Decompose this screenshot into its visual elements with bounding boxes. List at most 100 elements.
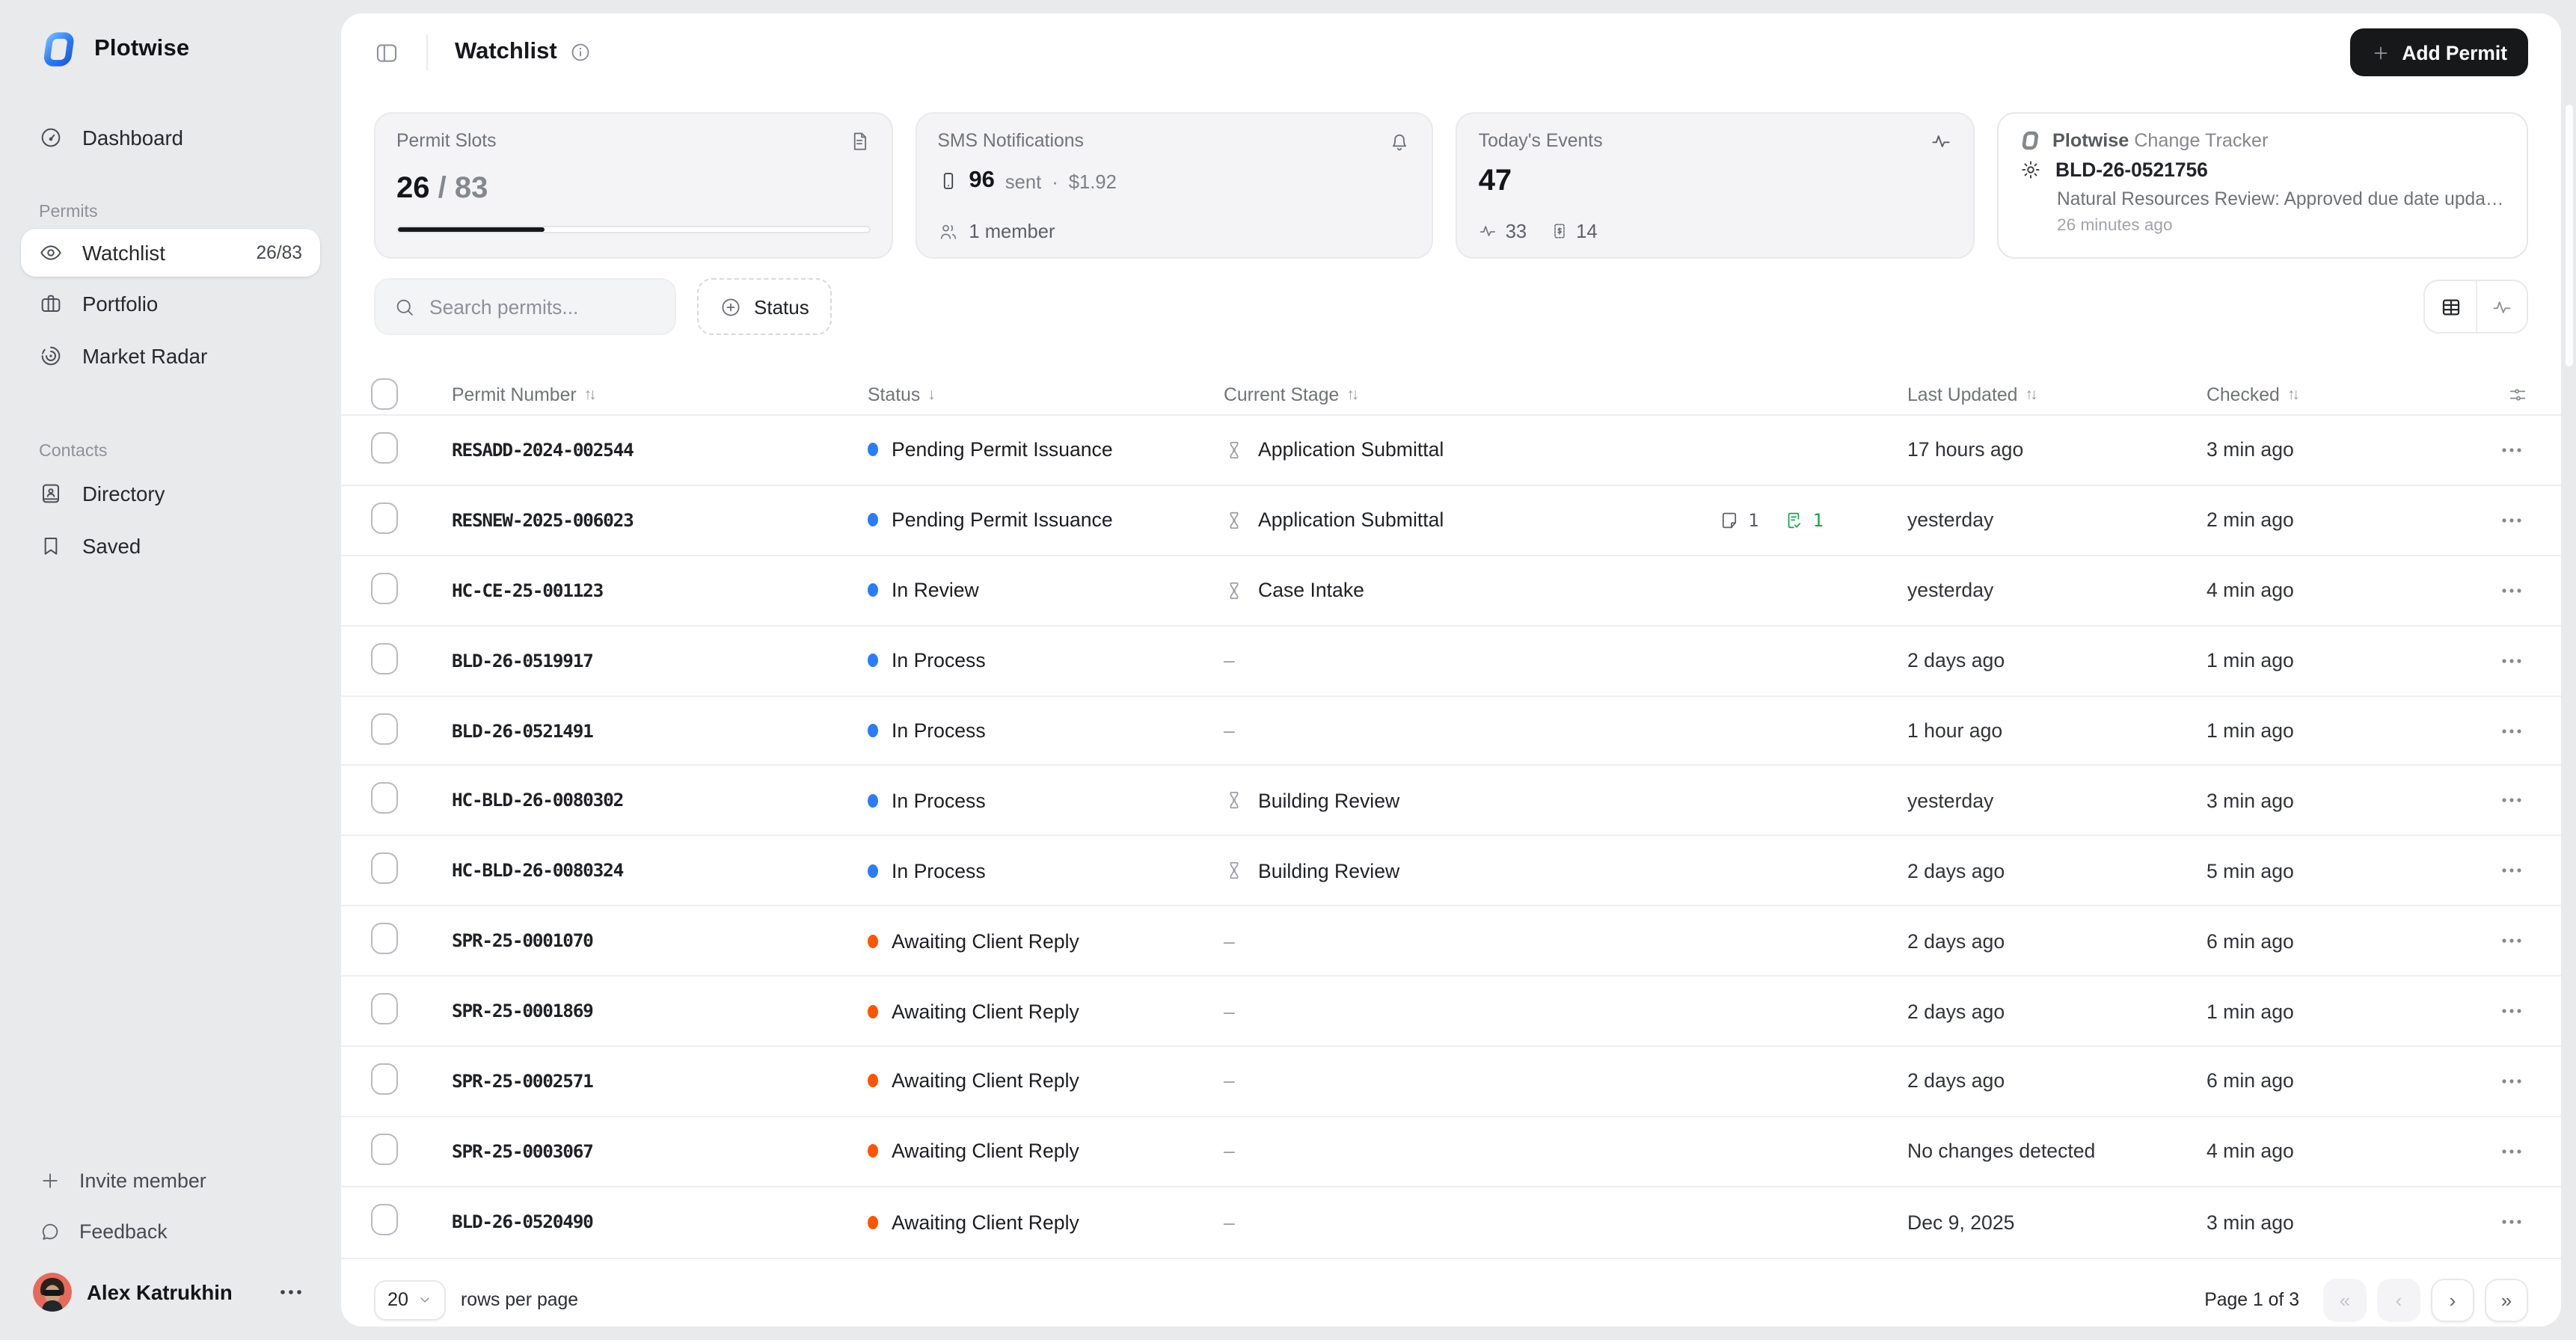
row-checkbox[interactable] bbox=[371, 572, 398, 604]
row-checkbox[interactable] bbox=[371, 431, 398, 464]
next-page-button[interactable]: › bbox=[2431, 1278, 2474, 1322]
circle-plus-icon bbox=[720, 295, 742, 318]
invite-member-button[interactable]: Invite member bbox=[21, 1155, 320, 1205]
table-row[interactable]: SPR-25-0001869 Awaiting Client Reply – 2 da… bbox=[341, 977, 2561, 1048]
user-account[interactable]: Alex Katrukhin bbox=[21, 1262, 320, 1322]
search-input[interactable] bbox=[429, 295, 639, 318]
table-row[interactable]: RESNEW-2025-006023 Pending Permit Issuanc… bbox=[341, 486, 2561, 556]
row-menu-button[interactable] bbox=[2495, 792, 2528, 810]
row-menu-button[interactable] bbox=[2495, 1213, 2528, 1231]
row-checkbox[interactable] bbox=[371, 852, 398, 885]
change-tracker-card[interactable]: Plotwise Change Tracker BLD-26-0521756 N… bbox=[1997, 112, 2529, 259]
sidebar-item-saved[interactable]: Saved bbox=[21, 520, 320, 571]
row-menu-button[interactable] bbox=[2495, 511, 2528, 529]
table-view-button[interactable] bbox=[2425, 281, 2476, 332]
row-menu-button[interactable] bbox=[2495, 722, 2528, 740]
row-menu-button[interactable] bbox=[2495, 581, 2528, 599]
status-filter-button[interactable]: Status bbox=[697, 278, 832, 335]
user-menu-button[interactable] bbox=[268, 1283, 314, 1301]
column-header-last-updated[interactable]: Last Updated ↑↓ bbox=[1907, 384, 2207, 405]
last-updated-cell: 2 days ago bbox=[1907, 859, 2005, 882]
feedback-button[interactable]: Feedback bbox=[21, 1205, 320, 1256]
card-title: SMS Notifications bbox=[937, 130, 1084, 151]
table-row[interactable]: HC-BLD-26-0080324 In Process Building Revi… bbox=[341, 837, 2561, 907]
table-row[interactable]: HC-BLD-26-0080302 In Process Building Revi… bbox=[341, 766, 2561, 837]
status-label: In Process bbox=[892, 859, 986, 882]
row-menu-button[interactable] bbox=[2495, 441, 2528, 459]
user-name: Alex Katrukhin bbox=[87, 1281, 233, 1303]
row-checkbox[interactable] bbox=[371, 502, 398, 534]
first-page-button[interactable]: « bbox=[2323, 1278, 2367, 1322]
search-box[interactable] bbox=[374, 278, 676, 335]
sidebar-item-label: Portfolio bbox=[82, 292, 159, 315]
scrollbar-thumb[interactable] bbox=[2566, 105, 2573, 366]
table-row[interactable]: SPR-25-0003067 Awaiting Client Reply – No c… bbox=[341, 1117, 2561, 1187]
stage-empty: – bbox=[1224, 1211, 1235, 1234]
last-updated-cell: yesterday bbox=[1907, 508, 1994, 532]
add-permit-button[interactable]: Add Permit bbox=[2349, 28, 2528, 76]
sidebar-item-watchlist[interactable]: Watchlist 26/83 bbox=[21, 229, 320, 277]
sidebar-item-label: Market Radar bbox=[82, 345, 208, 367]
sidebar-toggle-icon[interactable] bbox=[374, 40, 399, 65]
table-row[interactable]: RESADD-2024-002544 Pending Permit Issuanc… bbox=[341, 416, 2561, 486]
notes-badge[interactable]: 1 bbox=[1718, 510, 1759, 531]
last-updated-cell: 2 days ago bbox=[1907, 1000, 2005, 1023]
stage-empty: – bbox=[1224, 1069, 1235, 1092]
page-info: Page 1 of 3 bbox=[2204, 1289, 2299, 1311]
last-updated-cell: No changes detected bbox=[1907, 1140, 2096, 1163]
sidebar-item-market-radar[interactable]: Market Radar bbox=[21, 331, 320, 381]
table-row[interactable]: SPR-25-0001070 Awaiting Client Reply – 2 da… bbox=[341, 906, 2561, 977]
row-checkbox[interactable] bbox=[371, 642, 398, 674]
table-row[interactable]: SPR-25-0002571 Awaiting Client Reply – 2 da… bbox=[341, 1047, 2561, 1117]
table-row[interactable]: BLD-26-0520490 Awaiting Client Reply – Dec … bbox=[341, 1187, 2561, 1258]
table-row[interactable]: BLD-26-0519917 In Process – 2 days ago 1 min… bbox=[341, 626, 2561, 697]
sidebar-item-portfolio[interactable]: Portfolio bbox=[21, 278, 320, 329]
checked-cell: 5 min ago bbox=[2207, 859, 2294, 882]
row-checkbox[interactable] bbox=[371, 1063, 398, 1095]
todays-events-card: Today's Events 47 33 14 bbox=[1456, 112, 1975, 259]
row-menu-button[interactable] bbox=[2495, 932, 2528, 950]
events-invoice-count: 14 bbox=[1576, 220, 1598, 242]
events-count: 47 bbox=[1478, 165, 1512, 197]
previous-page-button[interactable]: ‹ bbox=[2377, 1278, 2420, 1322]
column-header-current-stage[interactable]: Current Stage ↑↓ bbox=[1224, 384, 1907, 405]
rows-per-page-select[interactable]: 20 bbox=[374, 1279, 447, 1321]
smartphone-icon bbox=[937, 170, 958, 191]
avatar bbox=[33, 1273, 72, 1312]
activity-view-button[interactable] bbox=[2476, 281, 2527, 332]
row-menu-button[interactable] bbox=[2495, 1002, 2528, 1020]
row-checkbox[interactable] bbox=[371, 782, 398, 814]
row-menu-button[interactable] bbox=[2495, 1072, 2528, 1090]
events-activity-count: 33 bbox=[1505, 220, 1527, 242]
last-page-button[interactable]: » bbox=[2485, 1278, 2528, 1322]
row-checkbox[interactable] bbox=[371, 1204, 398, 1236]
table-row[interactable]: HC-CE-25-001123 In Review Case Intake yeste… bbox=[341, 556, 2561, 627]
info-icon[interactable] bbox=[571, 42, 592, 63]
sidebar-item-directory[interactable]: Directory bbox=[21, 468, 320, 519]
rows-per-page-label: rows per page bbox=[461, 1289, 579, 1311]
brand-name: Plotwise bbox=[94, 36, 190, 61]
sms-members: 1 member bbox=[969, 220, 1055, 242]
status-label: Pending Permit Issuance bbox=[892, 438, 1113, 461]
approved-badge[interactable]: 1 bbox=[1783, 510, 1824, 531]
select-all-checkbox[interactable] bbox=[371, 378, 398, 410]
status-dot bbox=[868, 443, 878, 457]
last-updated-cell: 2 days ago bbox=[1907, 1069, 2005, 1092]
column-header-checked[interactable]: Checked ↑↓ bbox=[2207, 384, 2480, 405]
activity-icon bbox=[1930, 130, 1952, 153]
sidebar-item-dashboard[interactable]: Dashboard bbox=[21, 112, 320, 163]
column-header-status[interactable]: Status ↓ bbox=[868, 384, 1224, 405]
row-checkbox[interactable] bbox=[371, 1133, 398, 1165]
checked-cell: 3 min ago bbox=[2207, 438, 2294, 461]
row-checkbox[interactable] bbox=[371, 713, 398, 744]
row-checkbox[interactable] bbox=[371, 993, 398, 1025]
column-header-permit-number[interactable]: Permit Number ↑↓ bbox=[452, 384, 868, 405]
app-root: Plotwise Dashboard Permits Watchlist 26/… bbox=[0, 0, 2576, 1340]
row-menu-button[interactable] bbox=[2495, 1143, 2528, 1161]
table-row[interactable]: BLD-26-0521491 In Process – 1 hour ago 1 min… bbox=[341, 696, 2561, 766]
row-checkbox[interactable] bbox=[371, 923, 398, 955]
checked-cell: 3 min ago bbox=[2207, 1211, 2294, 1234]
column-settings-icon[interactable] bbox=[2507, 384, 2528, 405]
row-menu-button[interactable] bbox=[2495, 651, 2528, 669]
row-menu-button[interactable] bbox=[2495, 862, 2528, 880]
